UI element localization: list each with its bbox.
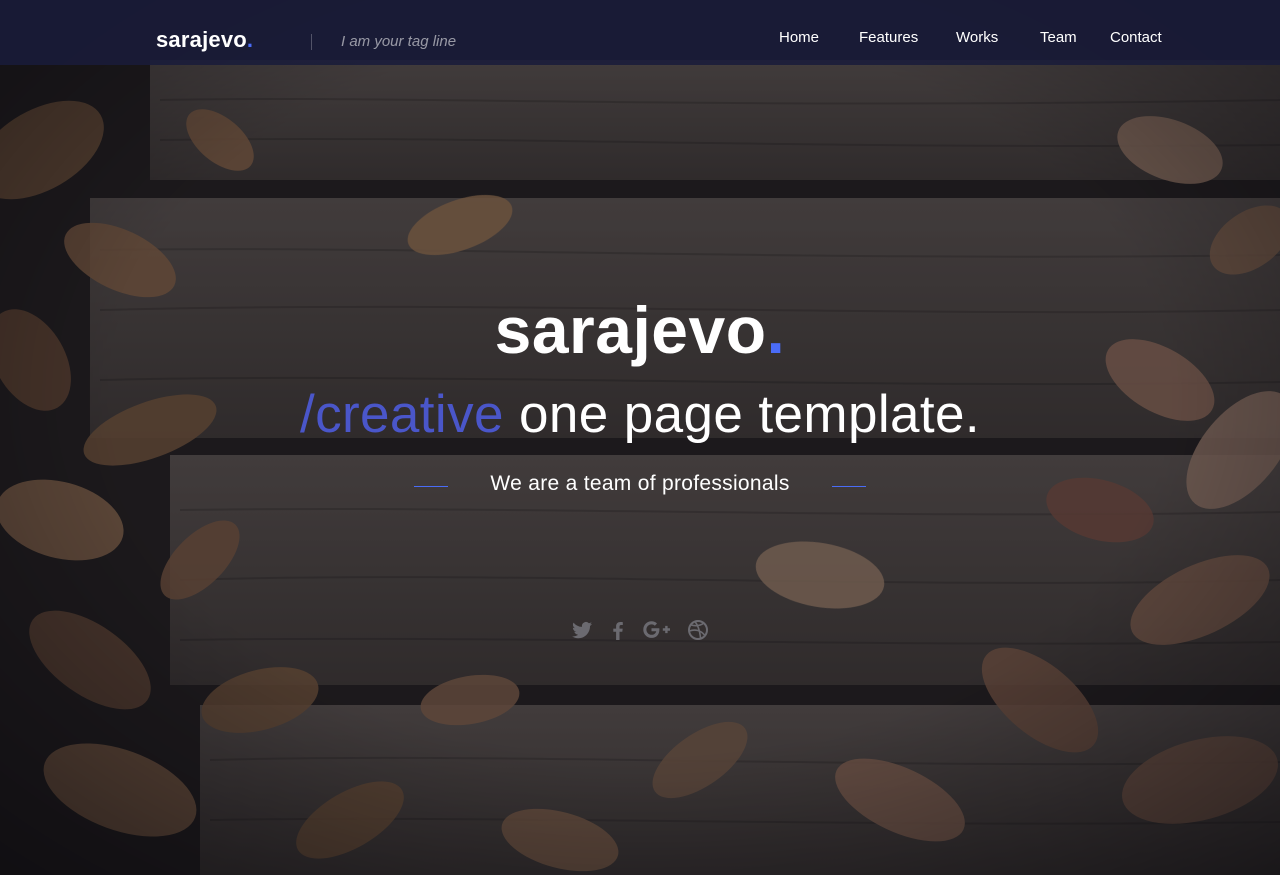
lead-text: We are a team of professionals xyxy=(490,472,790,495)
subtitle-accent: /creative xyxy=(299,385,504,444)
hero-title: sarajevo. xyxy=(0,292,1280,368)
dribbble-icon[interactable] xyxy=(686,618,710,642)
tagline: I am your tag line xyxy=(341,33,457,50)
nav-features[interactable]: Features xyxy=(859,29,918,46)
brand-dot: . xyxy=(246,27,254,52)
nav-works[interactable]: Works xyxy=(956,29,998,46)
nav-contact[interactable]: Contact xyxy=(1110,29,1162,46)
nav-team[interactable]: Team xyxy=(1040,29,1077,46)
hero-title-dot: . xyxy=(766,293,786,367)
lead-line-right xyxy=(832,486,866,487)
brand-logo[interactable]: sarajevo. xyxy=(156,27,253,53)
nav-home[interactable]: Home xyxy=(779,29,819,46)
hero-title-text: sarajevo xyxy=(494,293,767,367)
facebook-icon[interactable] xyxy=(606,618,630,642)
hero-subtitle: /creative one page template. xyxy=(0,384,1280,445)
site-header: sarajevo. I am your tag line Home Featur… xyxy=(0,0,1280,65)
twitter-icon[interactable] xyxy=(570,618,594,642)
google-plus-icon[interactable] xyxy=(642,618,670,642)
subtitle-rest: one page template. xyxy=(503,385,981,444)
hero-lead: We are a team of professionals xyxy=(0,470,1280,500)
brand-text: sarajevo xyxy=(156,27,247,52)
brand-divider xyxy=(311,34,312,50)
